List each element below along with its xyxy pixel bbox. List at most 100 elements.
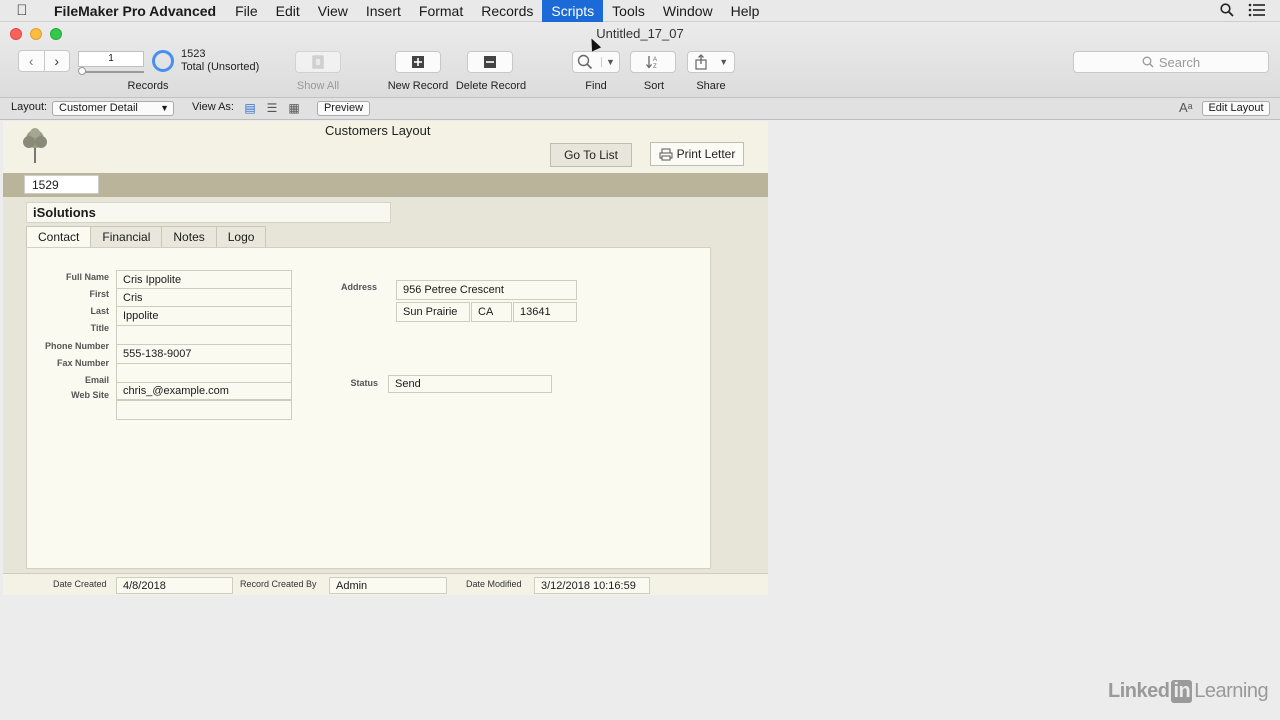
- find-magnifier-icon: [577, 54, 593, 70]
- form-view-icon[interactable]: ▤: [243, 102, 257, 114]
- new-record-button[interactable]: [395, 51, 441, 73]
- go-to-list-button[interactable]: Go To List: [550, 143, 632, 167]
- edit-layout-button[interactable]: Edit Layout: [1202, 101, 1270, 116]
- full-name-field[interactable]: Cris Ippolite: [116, 270, 292, 289]
- print-letter-label: Print Letter: [676, 147, 736, 161]
- phone-label: Phone Number: [44, 341, 109, 351]
- find-label: Find: [585, 80, 607, 92]
- menu-tools[interactable]: Tools: [603, 0, 654, 22]
- last-name-field[interactable]: Ippolite: [116, 306, 292, 326]
- quick-find-search[interactable]: Search: [1073, 51, 1269, 73]
- print-letter-button[interactable]: Print Letter: [650, 142, 744, 166]
- menu-app-name[interactable]: FileMaker Pro Advanced: [44, 3, 226, 19]
- menu-help[interactable]: Help: [722, 0, 769, 22]
- found-count-display: 1523 Total (Unsorted): [181, 48, 259, 74]
- previous-record-button[interactable]: ‹: [19, 51, 44, 71]
- delete-record-icon: [484, 56, 496, 68]
- found-set-pie-icon[interactable]: [152, 50, 174, 72]
- layout-bar: Layout: Customer Detail ▼ View As: ▤ ☰ ▦…: [0, 98, 1280, 120]
- sort-icon: AZ: [646, 56, 657, 69]
- street-field[interactable]: 956 Petree Crescent: [396, 280, 577, 300]
- spotlight-icon[interactable]: [1220, 2, 1234, 20]
- city-field[interactable]: Sun Prairie: [396, 302, 470, 322]
- date-modified-field[interactable]: 3/12/2018 10:16:59: [534, 577, 650, 594]
- customer-id-field[interactable]: 1529: [24, 175, 99, 194]
- fax-field[interactable]: [116, 363, 292, 383]
- contact-panel: Full Name First Last Title Phone Number …: [26, 247, 711, 569]
- address-label: Address: [340, 282, 377, 292]
- find-menu-chevron-icon[interactable]: ▼: [601, 57, 615, 67]
- company-name-field[interactable]: iSolutions: [26, 202, 391, 223]
- menu-file[interactable]: File: [226, 0, 267, 22]
- menu-format[interactable]: Format: [410, 0, 472, 22]
- date-modified-label: Date Modified: [466, 579, 522, 589]
- record-slider-track[interactable]: [80, 71, 144, 73]
- first-name-label: First: [89, 289, 109, 299]
- zip-field[interactable]: 13641: [513, 302, 577, 322]
- share-icon: [695, 54, 707, 70]
- found-status: Total (Unsorted): [181, 61, 260, 73]
- apple-icon[interactable]: : [0, 2, 44, 19]
- show-all-label: Show All: [296, 80, 340, 92]
- menu-view[interactable]: View: [309, 0, 357, 22]
- share-menu-chevron-icon[interactable]: ▼: [719, 57, 728, 67]
- created-by-field[interactable]: Admin: [329, 577, 447, 594]
- layout-content: Customers Layout Go To List Print Letter…: [0, 121, 1280, 720]
- records-label: Records: [127, 80, 169, 92]
- table-view-icon[interactable]: ▦: [287, 102, 301, 114]
- fax-label: Fax Number: [56, 358, 109, 368]
- tab-logo[interactable]: Logo: [215, 226, 267, 247]
- menu-edit[interactable]: Edit: [267, 0, 309, 22]
- window-title: Untitled_17_07: [596, 26, 684, 41]
- tab-financial[interactable]: Financial: [90, 226, 163, 247]
- linkedin-learning-watermark: Linked in Learning: [1108, 680, 1269, 703]
- record-navigation: ‹ ›: [18, 50, 70, 72]
- id-bar: [3, 173, 768, 197]
- share-label: Share: [696, 80, 726, 92]
- menu-scripts[interactable]: Scripts: [542, 0, 604, 22]
- next-record-button[interactable]: ›: [43, 51, 70, 71]
- state-field[interactable]: CA: [471, 302, 512, 322]
- menu-records[interactable]: Records: [472, 0, 542, 22]
- record-footer: Date Created 4/8/2018 Record Created By …: [3, 573, 768, 595]
- current-record-field[interactable]: 1: [78, 51, 144, 67]
- phone-field[interactable]: 555-138-9007: [116, 344, 292, 364]
- title-label: Title: [90, 323, 109, 333]
- find-button[interactable]: ▼: [572, 51, 620, 73]
- svg-text:Z: Z: [653, 64, 657, 69]
- menu-insert[interactable]: Insert: [357, 0, 410, 22]
- record-slider-thumb[interactable]: [78, 67, 86, 75]
- show-all-button[interactable]: [295, 51, 341, 73]
- new-record-icon: [412, 56, 424, 68]
- website-label: Web Site: [71, 390, 109, 400]
- watermark-in: in: [1171, 680, 1193, 703]
- svg-text:A: A: [653, 57, 657, 63]
- website-field[interactable]: [116, 400, 292, 420]
- menu-extras: [1220, 0, 1280, 22]
- delete-record-button[interactable]: [467, 51, 513, 73]
- tab-contact[interactable]: Contact: [26, 226, 92, 247]
- sort-label: Sort: [643, 80, 665, 92]
- title-field[interactable]: [116, 325, 292, 345]
- menu-window[interactable]: Window: [654, 0, 722, 22]
- email-field[interactable]: chris_@example.com: [116, 382, 292, 400]
- search-icon: [1142, 56, 1154, 68]
- list-view-icon[interactable]: ☰: [265, 102, 279, 114]
- date-created-label: Date Created: [53, 579, 107, 589]
- view-as-label: View As:: [192, 101, 234, 113]
- date-created-field[interactable]: 4/8/2018: [116, 577, 233, 594]
- notification-list-icon[interactable]: [1248, 3, 1266, 20]
- status-field[interactable]: Send: [388, 375, 552, 393]
- layout-label: Layout:: [11, 101, 48, 113]
- layout-select[interactable]: Customer Detail ▼: [52, 101, 174, 116]
- text-format-icon[interactable]: Aᵃ: [1179, 100, 1193, 115]
- share-button[interactable]: ▼: [687, 51, 735, 73]
- first-name-field[interactable]: Cris: [116, 288, 292, 307]
- tab-notes[interactable]: Notes: [161, 226, 217, 247]
- full-name-label: Full Name: [65, 272, 109, 282]
- watermark-linked: Linked: [1108, 680, 1170, 702]
- new-record-label: New Record: [387, 80, 449, 92]
- form-header: Customers Layout Go To List Print Letter: [3, 121, 768, 173]
- sort-button[interactable]: AZ: [630, 51, 676, 73]
- preview-button[interactable]: Preview: [317, 101, 370, 116]
